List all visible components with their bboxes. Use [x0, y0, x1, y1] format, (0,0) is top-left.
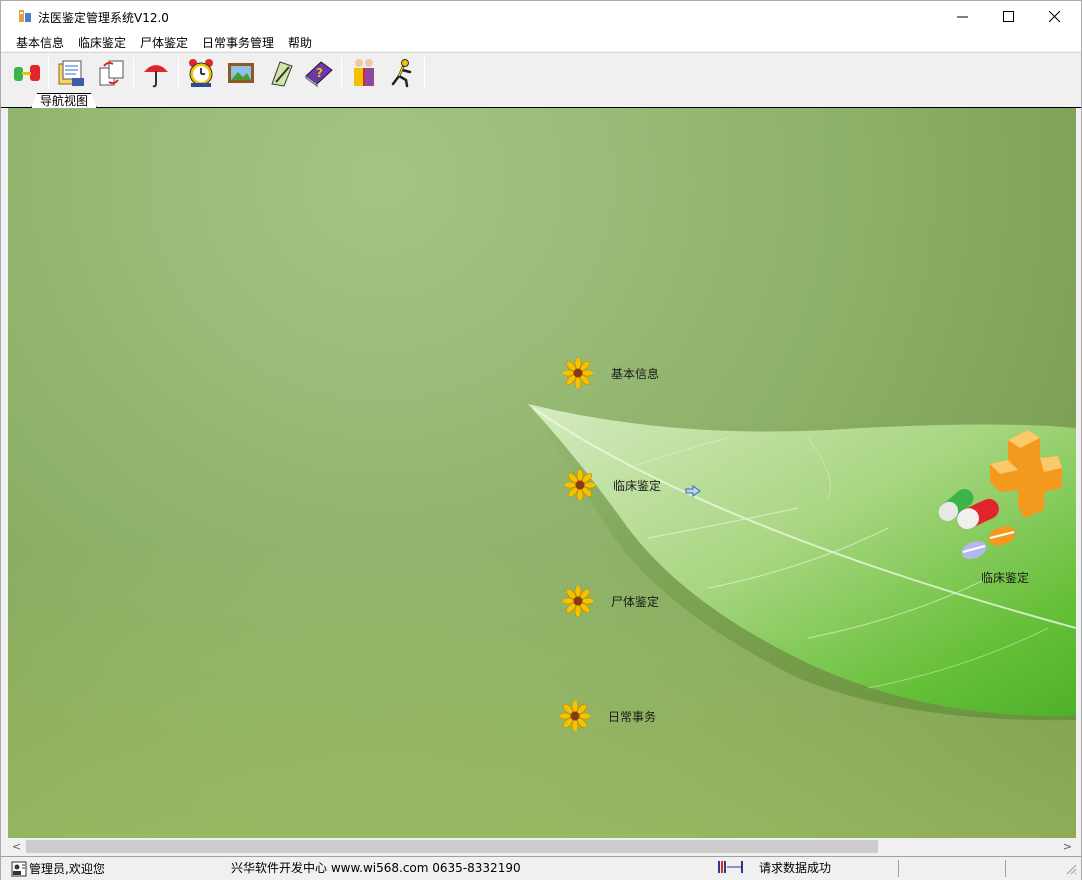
flower-icon: [560, 701, 590, 731]
nav-node-basic-info[interactable]: 基本信息: [563, 358, 659, 388]
scroll-thumb[interactable]: [26, 840, 878, 853]
clinical-detail-label: 临床鉴定: [981, 571, 1030, 585]
connect-database-icon: [14, 65, 40, 81]
nav-node-label: 基本信息: [611, 366, 660, 381]
tab-navigation-view[interactable]: 导航视图: [31, 93, 97, 108]
minimize-icon: [956, 16, 968, 17]
toolbar-separator: [178, 57, 179, 89]
tab-strip: 导航视图: [1, 92, 1081, 108]
scroll-left-button[interactable]: <: [8, 838, 25, 855]
resize-grip-icon[interactable]: [1065, 863, 1077, 875]
flower-icon: [563, 586, 593, 616]
toolbar: ?: [1, 52, 1081, 92]
navigation-canvas: 基本信息 临床鉴定 尸体鉴定 日常事务 临床鉴定: [8, 108, 1076, 838]
status-pane-divider: [898, 860, 899, 877]
chevron-right-icon: >: [1062, 840, 1073, 853]
flower-icon: [563, 358, 593, 388]
close-button[interactable]: [1031, 1, 1077, 31]
svg-text:?: ?: [316, 66, 323, 80]
menu-bar: 基本信息 临床鉴定 尸体鉴定 日常事务管理 帮助: [1, 31, 1081, 51]
tab-navigation-view-label: 导航视图: [40, 94, 89, 108]
connect-database-button[interactable]: [11, 57, 43, 89]
alarm-clock-icon: [189, 59, 213, 87]
menu-daily-affairs[interactable]: 日常事务管理: [202, 34, 274, 51]
nav-node-label: 日常事务: [608, 709, 657, 724]
toolbar-separator: [133, 57, 134, 89]
help-book-icon: ?: [305, 61, 333, 87]
menu-clinical[interactable]: 临床鉴定: [78, 34, 126, 51]
picture-frame-button[interactable]: [225, 57, 257, 89]
nav-node-clinical[interactable]: 临床鉴定: [565, 470, 661, 500]
progress-indicator-icon: [718, 861, 743, 873]
title-bar: 法医鉴定管理系统V12.0: [1, 1, 1081, 31]
pills-icon: [938, 488, 1016, 559]
umbrella-icon: [144, 65, 168, 88]
notepad-pencil-button[interactable]: [265, 57, 297, 89]
toolbar-separator: [424, 57, 425, 89]
status-user-text: 管理员,欢迎您: [29, 862, 105, 876]
picture-frame-icon: [228, 63, 254, 83]
help-book-button[interactable]: ?: [303, 57, 335, 89]
user-icon: [11, 861, 27, 877]
users-icon: [354, 59, 374, 86]
nav-node-daily-affairs[interactable]: 日常事务: [560, 701, 656, 731]
nav-node-label: 临床鉴定: [613, 478, 662, 493]
horizontal-scrollbar[interactable]: < >: [8, 838, 1076, 855]
users-button[interactable]: [348, 57, 380, 89]
menu-help[interactable]: 帮助: [288, 34, 312, 51]
records-folder-button[interactable]: [55, 57, 87, 89]
flower-icon: [565, 470, 595, 500]
toolbar-separator: [341, 57, 342, 89]
minimize-button[interactable]: [939, 1, 985, 31]
status-bar: 管理员,欢迎您 兴华软件开发中心 www.wi568.com 0635-8332…: [1, 856, 1081, 880]
window-title: 法医鉴定管理系统V12.0: [38, 11, 169, 25]
app-window: 法医鉴定管理系统V12.0 基本信息 临床鉴定 尸体鉴定 日常事务管理 帮助 ?…: [0, 0, 1082, 880]
scroll-right-button[interactable]: >: [1059, 838, 1076, 855]
document-transfer-icon: [99, 60, 124, 86]
app-icon: [19, 10, 31, 22]
chevron-left-icon: <: [11, 840, 22, 853]
leaf-illustration: [528, 404, 1076, 721]
exit-runner-icon: [391, 59, 412, 88]
umbrella-button[interactable]: [140, 57, 172, 89]
notepad-pencil-icon: [271, 61, 293, 87]
records-folder-icon: [58, 60, 84, 86]
maximize-button[interactable]: [985, 1, 1031, 31]
alarm-clock-button[interactable]: [185, 57, 217, 89]
document-transfer-button[interactable]: [95, 57, 127, 89]
maximize-icon: [1002, 10, 1014, 22]
clinical-medicine-icon[interactable]: [930, 426, 1070, 566]
close-icon: [1048, 10, 1060, 22]
menu-basic-info[interactable]: 基本信息: [16, 34, 64, 51]
nav-node-label: 尸体鉴定: [611, 594, 660, 609]
status-pane-divider: [1005, 860, 1006, 877]
nav-node-autopsy[interactable]: 尸体鉴定: [563, 586, 659, 616]
arrow-right-icon: [685, 485, 701, 497]
toolbar-separator: [48, 57, 49, 89]
menu-autopsy[interactable]: 尸体鉴定: [140, 34, 188, 51]
medical-cross-icon: [990, 430, 1062, 518]
exit-runner-button[interactable]: [387, 57, 419, 89]
status-user: 管理员,欢迎您: [11, 859, 105, 879]
status-company: 兴华软件开发中心 www.wi568.com 0635-8332190: [231, 861, 521, 875]
status-message: 请求数据成功: [759, 861, 832, 875]
